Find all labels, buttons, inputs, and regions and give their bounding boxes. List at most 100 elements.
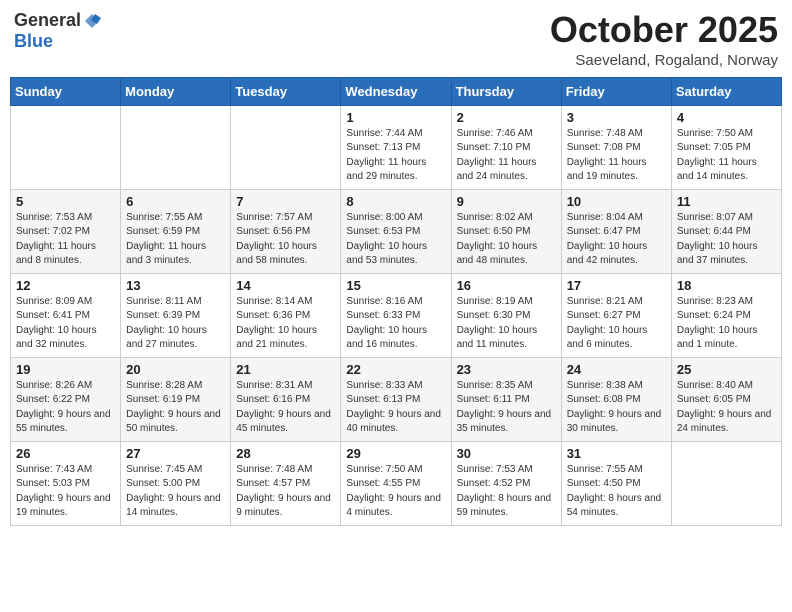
day-number: 27	[126, 446, 225, 461]
day-info: Sunrise: 8:31 AM Sunset: 6:16 PM Dayligh…	[236, 379, 335, 437]
day-info: Sunrise: 8:04 AM Sunset: 6:47 PM Dayligh…	[567, 211, 666, 269]
calendar-cell: 7 Sunrise: 7:57 AM Sunset: 6:56 PM Daylig…	[231, 189, 341, 273]
day-info: Sunrise: 7:55 AM Sunset: 6:59 PM Dayligh…	[126, 211, 225, 269]
day-info: Sunrise: 7:45 AM Sunset: 5:00 PM Dayligh…	[126, 463, 225, 521]
calendar-cell: 1Sunrise: 7:44 AM Sunset: 7:13 PM Daylig…	[341, 105, 451, 189]
day-number: 4	[677, 110, 776, 125]
calendar-cell: 26Sunrise: 7:43 AM Sunset: 5:03 PM Dayli…	[11, 441, 121, 525]
day-info: Sunrise: 7:57 AM Sunset: 6:56 PM Dayligh…	[236, 211, 335, 269]
calendar-cell: 22 Sunrise: 8:33 AM Sunset: 6:13 PM Dayli…	[341, 357, 451, 441]
calendar-cell: 6 Sunrise: 7:55 AM Sunset: 6:59 PM Daylig…	[121, 189, 231, 273]
day-number: 6	[126, 194, 225, 209]
header-friday: Friday	[561, 77, 671, 105]
calendar-cell	[121, 105, 231, 189]
day-info: Sunrise: 7:48 AM Sunset: 4:57 PM Dayligh…	[236, 463, 335, 521]
day-info: Sunrise: 7:50 AM Sunset: 4:55 PM Dayligh…	[346, 463, 445, 521]
location-text: Saeveland, Rogaland, Norway	[550, 52, 778, 69]
header-sunday: Sunday	[11, 77, 121, 105]
logo: General Blue	[14, 10, 101, 52]
day-number: 30	[457, 446, 556, 461]
day-number: 31	[567, 446, 666, 461]
calendar-cell: 18Sunrise: 8:23 AM Sunset: 6:24 PM Dayli…	[671, 273, 781, 357]
day-number: 25	[677, 362, 776, 377]
day-number: 21	[236, 362, 335, 377]
calendar-cell: 4 Sunrise: 7:50 AM Sunset: 7:05 PM Daylig…	[671, 105, 781, 189]
day-info: Sunrise: 8:16 AM Sunset: 6:33 PM Dayligh…	[346, 295, 445, 353]
calendar-cell	[671, 441, 781, 525]
title-block: October 2025 Saeveland, Rogaland, Norway	[550, 10, 778, 69]
header-wednesday: Wednesday	[341, 77, 451, 105]
day-number: 8	[346, 194, 445, 209]
day-number: 3	[567, 110, 666, 125]
header-saturday: Saturday	[671, 77, 781, 105]
day-info: Sunrise: 8:14 AM Sunset: 6:36 PM Dayligh…	[236, 295, 335, 353]
calendar-cell: 29 Sunrise: 7:50 AM Sunset: 4:55 PM Dayli…	[341, 441, 451, 525]
calendar-cell: 20Sunrise: 8:28 AM Sunset: 6:19 PM Dayli…	[121, 357, 231, 441]
calendar-table: SundayMondayTuesdayWednesdayThursdayFrid…	[10, 77, 782, 526]
header-thursday: Thursday	[451, 77, 561, 105]
day-info: Sunrise: 7:44 AM Sunset: 7:13 PM Dayligh…	[346, 127, 445, 185]
logo-general-text: General	[14, 10, 81, 31]
day-info: Sunrise: 8:38 AM Sunset: 6:08 PM Dayligh…	[567, 379, 666, 437]
day-number: 13	[126, 278, 225, 293]
logo-icon	[83, 12, 101, 30]
calendar-cell	[11, 105, 121, 189]
day-info: Sunrise: 8:11 AM Sunset: 6:39 PM Dayligh…	[126, 295, 225, 353]
day-number: 2	[457, 110, 556, 125]
calendar-cell: 15 Sunrise: 8:16 AM Sunset: 6:33 PM Dayli…	[341, 273, 451, 357]
calendar-cell: 19Sunrise: 8:26 AM Sunset: 6:22 PM Dayli…	[11, 357, 121, 441]
calendar-cell: 14 Sunrise: 8:14 AM Sunset: 6:36 PM Dayli…	[231, 273, 341, 357]
day-info: Sunrise: 8:35 AM Sunset: 6:11 PM Dayligh…	[457, 379, 556, 437]
day-info: Sunrise: 7:55 AM Sunset: 4:50 PM Dayligh…	[567, 463, 666, 521]
calendar-cell: 10 Sunrise: 8:04 AM Sunset: 6:47 PM Dayli…	[561, 189, 671, 273]
month-title: October 2025	[550, 10, 778, 50]
day-info: Sunrise: 8:19 AM Sunset: 6:30 PM Dayligh…	[457, 295, 556, 353]
calendar-cell: 2 Sunrise: 7:46 AM Sunset: 7:10 PM Daylig…	[451, 105, 561, 189]
header-tuesday: Tuesday	[231, 77, 341, 105]
calendar-cell: 30Sunrise: 7:53 AM Sunset: 4:52 PM Dayli…	[451, 441, 561, 525]
day-number: 29	[346, 446, 445, 461]
day-info: Sunrise: 8:21 AM Sunset: 6:27 PM Dayligh…	[567, 295, 666, 353]
calendar-week-1: 5 Sunrise: 7:53 AM Sunset: 7:02 PM Daylig…	[11, 189, 782, 273]
calendar-cell: 11 Sunrise: 8:07 AM Sunset: 6:44 PM Dayli…	[671, 189, 781, 273]
calendar-cell: 16 Sunrise: 8:19 AM Sunset: 6:30 PM Dayli…	[451, 273, 561, 357]
day-info: Sunrise: 8:07 AM Sunset: 6:44 PM Dayligh…	[677, 211, 776, 269]
day-number: 18	[677, 278, 776, 293]
day-number: 10	[567, 194, 666, 209]
day-number: 28	[236, 446, 335, 461]
calendar-week-3: 19Sunrise: 8:26 AM Sunset: 6:22 PM Dayli…	[11, 357, 782, 441]
day-number: 15	[346, 278, 445, 293]
day-number: 11	[677, 194, 776, 209]
day-number: 24	[567, 362, 666, 377]
calendar-cell: 3 Sunrise: 7:48 AM Sunset: 7:08 PM Daylig…	[561, 105, 671, 189]
day-info: Sunrise: 8:28 AM Sunset: 6:19 PM Dayligh…	[126, 379, 225, 437]
calendar-cell: 31 Sunrise: 7:55 AM Sunset: 4:50 PM Dayli…	[561, 441, 671, 525]
day-number: 16	[457, 278, 556, 293]
calendar-cell: 17 Sunrise: 8:21 AM Sunset: 6:27 PM Dayli…	[561, 273, 671, 357]
day-info: Sunrise: 8:26 AM Sunset: 6:22 PM Dayligh…	[16, 379, 115, 437]
day-info: Sunrise: 8:09 AM Sunset: 6:41 PM Dayligh…	[16, 295, 115, 353]
day-number: 5	[16, 194, 115, 209]
day-info: Sunrise: 8:40 AM Sunset: 6:05 PM Dayligh…	[677, 379, 776, 437]
day-number: 7	[236, 194, 335, 209]
calendar-week-2: 12 Sunrise: 8:09 AM Sunset: 6:41 PM Dayli…	[11, 273, 782, 357]
day-info: Sunrise: 7:46 AM Sunset: 7:10 PM Dayligh…	[457, 127, 556, 185]
day-info: Sunrise: 8:02 AM Sunset: 6:50 PM Dayligh…	[457, 211, 556, 269]
calendar-cell: 25 Sunrise: 8:40 AM Sunset: 6:05 PM Dayli…	[671, 357, 781, 441]
calendar-cell: 9 Sunrise: 8:02 AM Sunset: 6:50 PM Daylig…	[451, 189, 561, 273]
day-info: Sunrise: 7:48 AM Sunset: 7:08 PM Dayligh…	[567, 127, 666, 185]
day-info: Sunrise: 7:53 AM Sunset: 7:02 PM Dayligh…	[16, 211, 115, 269]
calendar-cell: 8Sunrise: 8:00 AM Sunset: 6:53 PM Daylig…	[341, 189, 451, 273]
day-number: 17	[567, 278, 666, 293]
day-info: Sunrise: 7:50 AM Sunset: 7:05 PM Dayligh…	[677, 127, 776, 185]
calendar-cell: 24 Sunrise: 8:38 AM Sunset: 6:08 PM Dayli…	[561, 357, 671, 441]
calendar-cell: 23Sunrise: 8:35 AM Sunset: 6:11 PM Dayli…	[451, 357, 561, 441]
calendar-week-4: 26Sunrise: 7:43 AM Sunset: 5:03 PM Dayli…	[11, 441, 782, 525]
day-number: 22	[346, 362, 445, 377]
day-number: 12	[16, 278, 115, 293]
day-info: Sunrise: 8:33 AM Sunset: 6:13 PM Dayligh…	[346, 379, 445, 437]
day-number: 14	[236, 278, 335, 293]
calendar-cell	[231, 105, 341, 189]
calendar-cell: 28 Sunrise: 7:48 AM Sunset: 4:57 PM Dayli…	[231, 441, 341, 525]
day-number: 9	[457, 194, 556, 209]
